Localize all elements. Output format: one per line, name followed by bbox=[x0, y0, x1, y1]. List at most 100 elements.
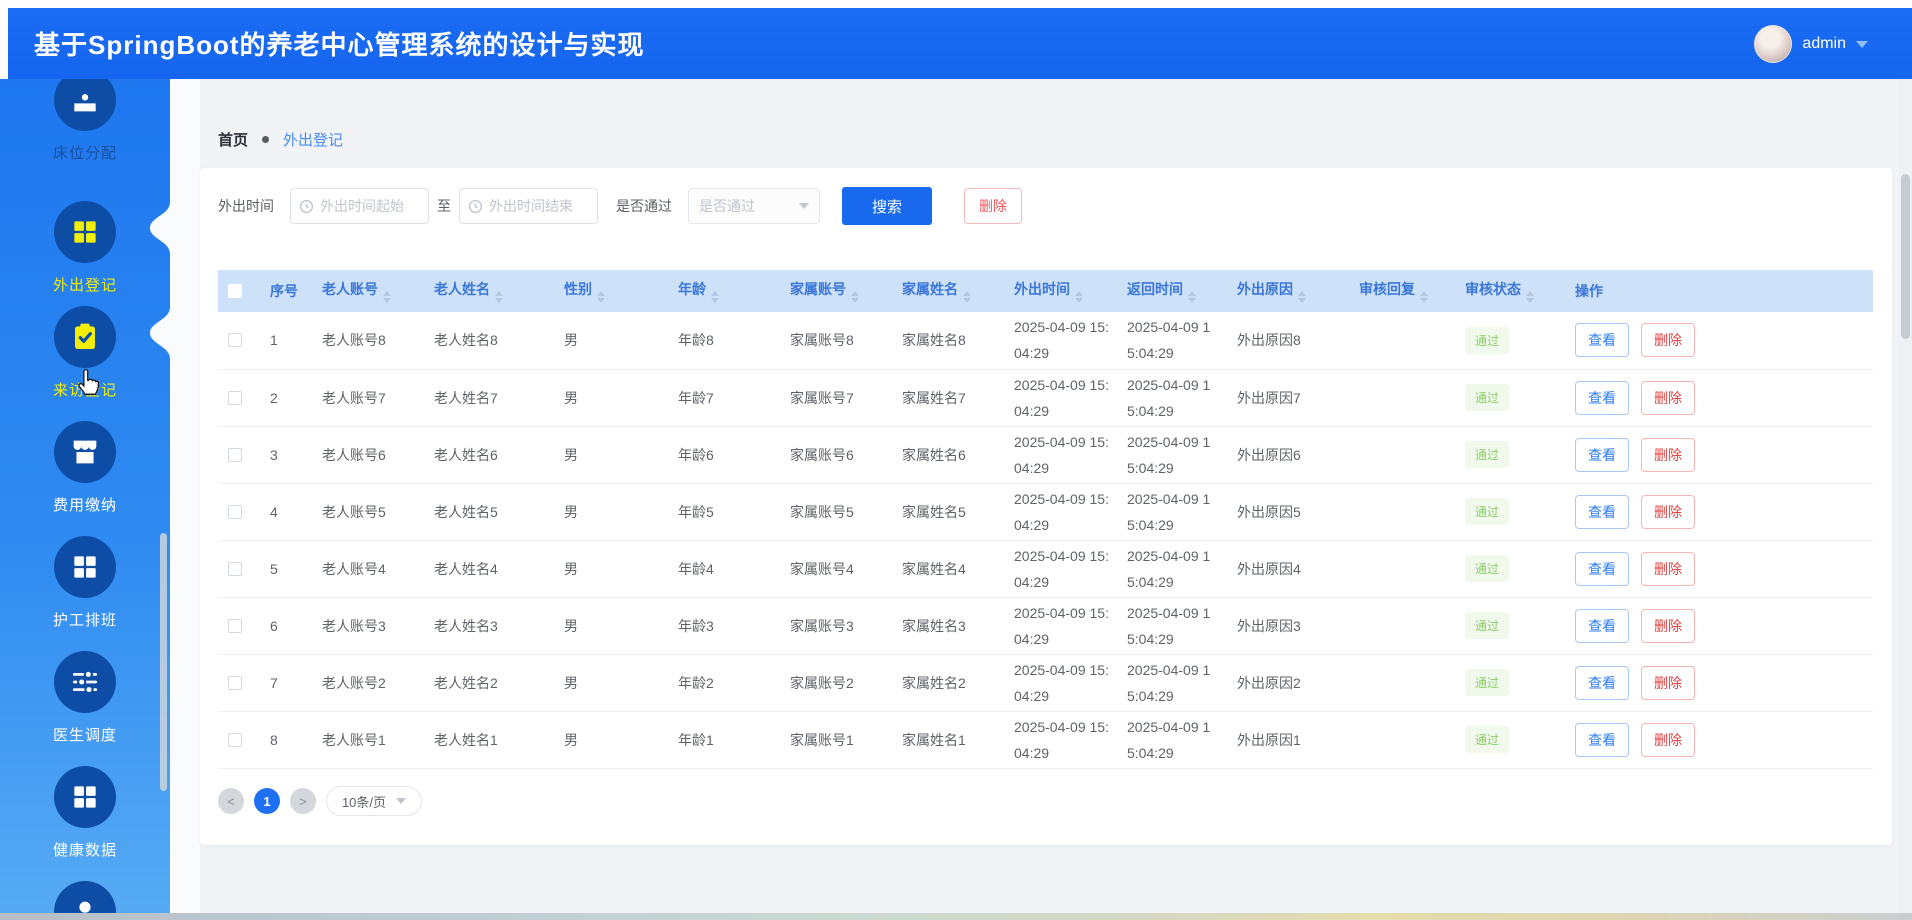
select-all-checkbox[interactable] bbox=[228, 284, 242, 298]
column-header-gender[interactable]: 性别 bbox=[554, 270, 668, 312]
clipboard-check-icon bbox=[69, 321, 101, 353]
user-menu[interactable]: admin bbox=[1754, 8, 1868, 79]
delete-button[interactable]: 删除 bbox=[1641, 438, 1695, 472]
avatar[interactable] bbox=[1754, 25, 1792, 63]
column-header-return-time[interactable]: 返回时间 bbox=[1117, 270, 1227, 312]
cell-elder-account: 老人账号2 bbox=[312, 654, 424, 711]
view-button[interactable]: 查看 bbox=[1575, 438, 1629, 472]
delete-button[interactable]: 删除 bbox=[1641, 609, 1695, 643]
column-header-family-name[interactable]: 家属姓名 bbox=[892, 270, 1004, 312]
sort-icon[interactable] bbox=[597, 291, 605, 303]
cell-elder-account: 老人账号8 bbox=[312, 312, 424, 369]
view-button[interactable]: 查看 bbox=[1575, 381, 1629, 415]
cell-gender: 男 bbox=[554, 654, 668, 711]
page-size-select[interactable]: 10条/页 bbox=[326, 786, 422, 816]
breadcrumb-current[interactable]: 外出登记 bbox=[283, 129, 343, 150]
row-checkbox[interactable] bbox=[228, 733, 242, 747]
column-header-age[interactable]: 年龄 bbox=[668, 270, 780, 312]
cell-out-time: 2025-04-09 15:04:29 bbox=[1004, 426, 1117, 483]
window-left-edge bbox=[0, 8, 8, 79]
cell-reason: 外出原因1 bbox=[1227, 711, 1349, 768]
sort-icon[interactable] bbox=[1298, 291, 1306, 303]
cell-family-name: 家属姓名8 bbox=[892, 312, 1004, 369]
cell-return-time: 2025-04-09 15:04:29 bbox=[1117, 597, 1227, 654]
cell-return-time: 2025-04-09 15:04:29 bbox=[1117, 312, 1227, 369]
batch-delete-button[interactable]: 删除 bbox=[964, 188, 1022, 224]
page-scrollbar-thumb[interactable] bbox=[1901, 174, 1910, 339]
cell-elder-name: 老人姓名3 bbox=[424, 597, 554, 654]
cell-elder-account: 老人账号6 bbox=[312, 426, 424, 483]
out-time-end-input[interactable]: 外出时间结束 bbox=[459, 188, 598, 224]
row-checkbox[interactable] bbox=[228, 676, 242, 690]
column-header-out-time[interactable]: 外出时间 bbox=[1004, 270, 1117, 312]
cell-return-time: 2025-04-09 15:04:29 bbox=[1117, 483, 1227, 540]
cell-out-time: 2025-04-09 15:04:29 bbox=[1004, 369, 1117, 426]
row-checkbox[interactable] bbox=[228, 391, 242, 405]
sidebar-item-health-data[interactable]: 健康数据 bbox=[0, 766, 170, 860]
delete-button[interactable]: 删除 bbox=[1641, 381, 1695, 415]
view-button[interactable]: 查看 bbox=[1575, 666, 1629, 700]
sort-icon[interactable] bbox=[495, 291, 503, 303]
out-time-start-input[interactable]: 外出时间起始 bbox=[290, 188, 429, 224]
clock-icon bbox=[299, 199, 314, 214]
sort-icon[interactable] bbox=[1420, 291, 1428, 303]
cell-gender: 男 bbox=[554, 597, 668, 654]
sidebar-item-caregiver-scheduling[interactable]: 护工排班 bbox=[0, 536, 170, 630]
sidebar-item-doctor-dispatch[interactable]: 医生调度 bbox=[0, 651, 170, 745]
column-header-elder-name[interactable]: 老人姓名 bbox=[424, 270, 554, 312]
sidebar-item-fee-payment[interactable]: 费用缴纳 bbox=[0, 421, 170, 515]
delete-button[interactable]: 删除 bbox=[1641, 723, 1695, 757]
delete-button[interactable]: 删除 bbox=[1641, 323, 1695, 357]
column-header-family-account[interactable]: 家属账号 bbox=[780, 270, 892, 312]
status-badge: 通过 bbox=[1465, 441, 1509, 468]
prev-page-button[interactable]: < bbox=[218, 788, 244, 814]
view-button[interactable]: 查看 bbox=[1575, 552, 1629, 586]
column-header-reply[interactable]: 审核回复 bbox=[1349, 270, 1455, 312]
column-header-reason[interactable]: 外出原因 bbox=[1227, 270, 1349, 312]
next-page-button[interactable]: > bbox=[290, 788, 316, 814]
breadcrumb-home[interactable]: 首页 bbox=[218, 129, 248, 150]
status-badge: 通过 bbox=[1465, 498, 1509, 525]
delete-button[interactable]: 删除 bbox=[1641, 552, 1695, 586]
sort-icon[interactable] bbox=[1075, 291, 1083, 303]
view-button[interactable]: 查看 bbox=[1575, 723, 1629, 757]
row-checkbox[interactable] bbox=[228, 562, 242, 576]
table-row: 8老人账号1老人姓名1男年龄1家属账号1家属姓名12025-04-09 15:0… bbox=[218, 711, 1873, 768]
search-button[interactable]: 搜索 bbox=[842, 187, 932, 225]
status-badge: 通过 bbox=[1465, 384, 1509, 411]
sort-icon[interactable] bbox=[383, 291, 391, 303]
sort-icon[interactable] bbox=[963, 291, 971, 303]
chevron-down-icon bbox=[396, 798, 406, 804]
row-checkbox[interactable] bbox=[228, 448, 242, 462]
cell-family-account: 家属账号2 bbox=[780, 654, 892, 711]
column-header-elder-account[interactable]: 老人账号 bbox=[312, 270, 424, 312]
sort-icon[interactable] bbox=[1526, 291, 1534, 303]
page-scrollbar-track[interactable] bbox=[1899, 79, 1912, 920]
page-1-button[interactable]: 1 bbox=[254, 788, 280, 814]
delete-button[interactable]: 删除 bbox=[1641, 495, 1695, 529]
sort-icon[interactable] bbox=[711, 291, 719, 303]
view-button[interactable]: 查看 bbox=[1575, 609, 1629, 643]
cell-family-account: 家属账号4 bbox=[780, 540, 892, 597]
cell-family-account: 家属账号6 bbox=[780, 426, 892, 483]
page-size-label: 10条/页 bbox=[342, 792, 386, 811]
sort-icon[interactable] bbox=[851, 291, 859, 303]
view-button[interactable]: 查看 bbox=[1575, 323, 1629, 357]
delete-button[interactable]: 删除 bbox=[1641, 666, 1695, 700]
sidebar-item-bed-allocation[interactable]: 床位分配 bbox=[0, 79, 170, 163]
table-row: 4老人账号5老人姓名5男年龄5家属账号5家属姓名52025-04-09 15:0… bbox=[218, 483, 1873, 540]
sidebar-item-outing-registration[interactable]: 外出登记 bbox=[0, 201, 170, 295]
cell-age: 年龄7 bbox=[668, 369, 780, 426]
cell-index: 8 bbox=[260, 711, 312, 768]
sidebar-scrollbar[interactable] bbox=[160, 533, 167, 791]
table-row: 7老人账号2老人姓名2男年龄2家属账号2家属姓名22025-04-09 15:0… bbox=[218, 654, 1873, 711]
row-checkbox[interactable] bbox=[228, 619, 242, 633]
column-header-status[interactable]: 审核状态 bbox=[1455, 270, 1565, 312]
row-checkbox[interactable] bbox=[228, 333, 242, 347]
column-header-index: 序号 bbox=[260, 270, 312, 312]
clock-icon bbox=[468, 199, 483, 214]
pass-select[interactable]: 是否通过 bbox=[688, 188, 820, 224]
sort-icon[interactable] bbox=[1188, 291, 1196, 303]
view-button[interactable]: 查看 bbox=[1575, 495, 1629, 529]
row-checkbox[interactable] bbox=[228, 505, 242, 519]
